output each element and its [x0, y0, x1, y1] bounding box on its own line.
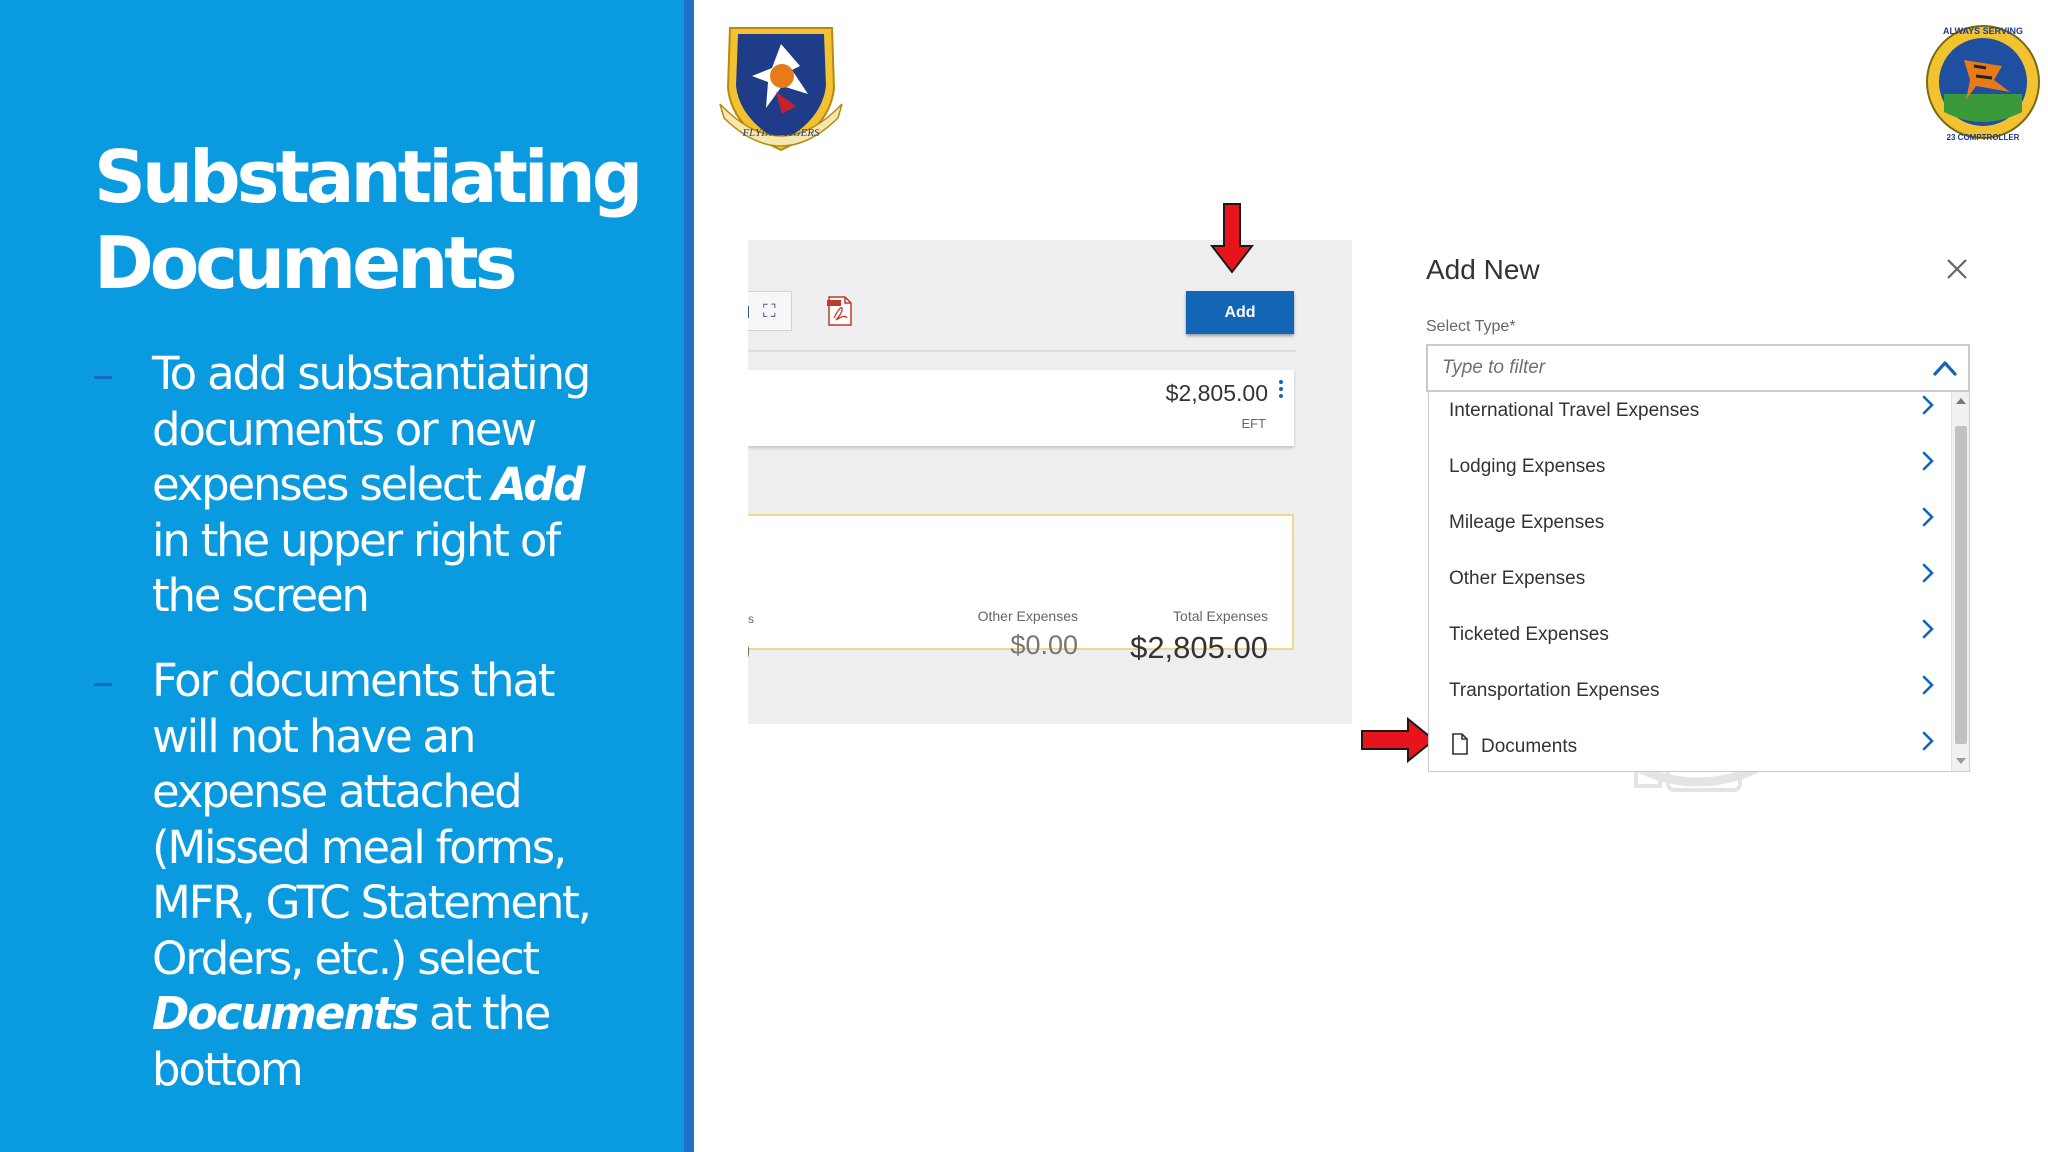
red-arrow-icon [1361, 716, 1436, 764]
chevron-right-icon [1922, 507, 1934, 527]
type-list: International Travel Expenses Lodging Ex… [1428, 392, 1970, 772]
slide-title: Substantiating Documents [94, 135, 643, 305]
total-expenses-value: $2,805.00 [1130, 630, 1268, 665]
expand-button[interactable]: ⛶ [748, 291, 792, 331]
bullet-dash [94, 376, 112, 379]
chevron-right-icon [1922, 675, 1934, 695]
scrollbar[interactable] [1951, 392, 1969, 771]
totals-card: s ) Other Expenses $0.00 Total Expenses … [748, 514, 1294, 665]
other-expenses-label: Other Expenses [977, 608, 1078, 624]
chevron-right-icon [1922, 451, 1934, 471]
divider [748, 306, 749, 318]
chevron-right-icon [1922, 731, 1934, 751]
type-item-other[interactable]: Other Expenses [1429, 560, 1947, 606]
chevron-right-icon [1922, 619, 1934, 639]
scroll-down-icon[interactable] [1956, 758, 1966, 764]
close-icon[interactable] [1944, 256, 1970, 282]
flying-tigers-emblem: FLYING TIGERS [719, 27, 843, 152]
amount-value: $2,805.00 [1165, 380, 1268, 406]
svg-text:FLYING TIGERS: FLYING TIGERS [741, 127, 820, 139]
dialog-title: Add New [1426, 254, 1540, 285]
emphasis-add: Add [491, 458, 585, 511]
type-item-mileage[interactable]: Mileage Expenses [1429, 504, 1947, 550]
add-button[interactable]: Add [1186, 291, 1294, 334]
emphasis-documents: Documents [152, 987, 419, 1040]
type-item-lodging[interactable]: Lodging Expenses [1429, 448, 1947, 494]
bullet-text: For documents that will not have an expe… [152, 654, 592, 1096]
prev-column-value: ) [748, 634, 751, 665]
bullet-documents: For documents that will not have an expe… [94, 653, 614, 1097]
other-expenses-value: $0.00 [1010, 630, 1078, 660]
bullet-add: To add substantiating documents or new e… [94, 346, 614, 624]
type-filter[interactable] [1426, 344, 1970, 392]
bullet-text: To add substantiating documents or new e… [152, 347, 591, 622]
type-item-international-travel[interactable]: International Travel Expenses [1429, 392, 1947, 438]
select-type-label: Select Type* [1426, 318, 1516, 335]
chevron-right-icon [1922, 395, 1934, 415]
svg-text:23 COMPTROLLER: 23 COMPTROLLER [1947, 133, 2020, 142]
filter-input[interactable] [1440, 354, 1920, 382]
bullet-dash [94, 683, 112, 686]
panel-edge [684, 0, 694, 1152]
left-panel: Substantiating Documents To add substant… [0, 0, 684, 1152]
expense-screenshot: ⛶ Add $2,805.00 EFT s ) Other Expenses $… [748, 240, 1352, 724]
comptroller-emblem: ALWAYS SERVING 23 COMPTROLLER [1926, 25, 2040, 142]
document-icon [1452, 733, 1468, 755]
chevron-up-icon[interactable] [1932, 358, 1958, 378]
type-item-ticketed[interactable]: Ticketed Expenses [1429, 616, 1947, 662]
amount-card: $2,805.00 EFT [748, 370, 1294, 446]
type-item-transportation[interactable]: Transportation Expenses [1429, 672, 1947, 718]
red-arrow-icon [1210, 203, 1254, 274]
payment-method: EFT [1241, 416, 1266, 431]
prev-column-label: s [748, 612, 754, 626]
scroll-thumb[interactable] [1955, 426, 1967, 744]
kebab-icon[interactable] [1278, 380, 1284, 400]
svg-text:ALWAYS SERVING: ALWAYS SERVING [1943, 26, 2023, 36]
chevron-right-icon [1922, 563, 1934, 583]
total-expenses-label: Total Expenses [1173, 608, 1268, 624]
expand-icon: ⛶ [763, 301, 776, 321]
pdf-icon[interactable] [827, 296, 853, 326]
type-item-documents[interactable]: Documents [1429, 728, 1947, 774]
toolbar-divider [748, 350, 1296, 352]
scroll-up-icon[interactable] [1956, 398, 1966, 404]
